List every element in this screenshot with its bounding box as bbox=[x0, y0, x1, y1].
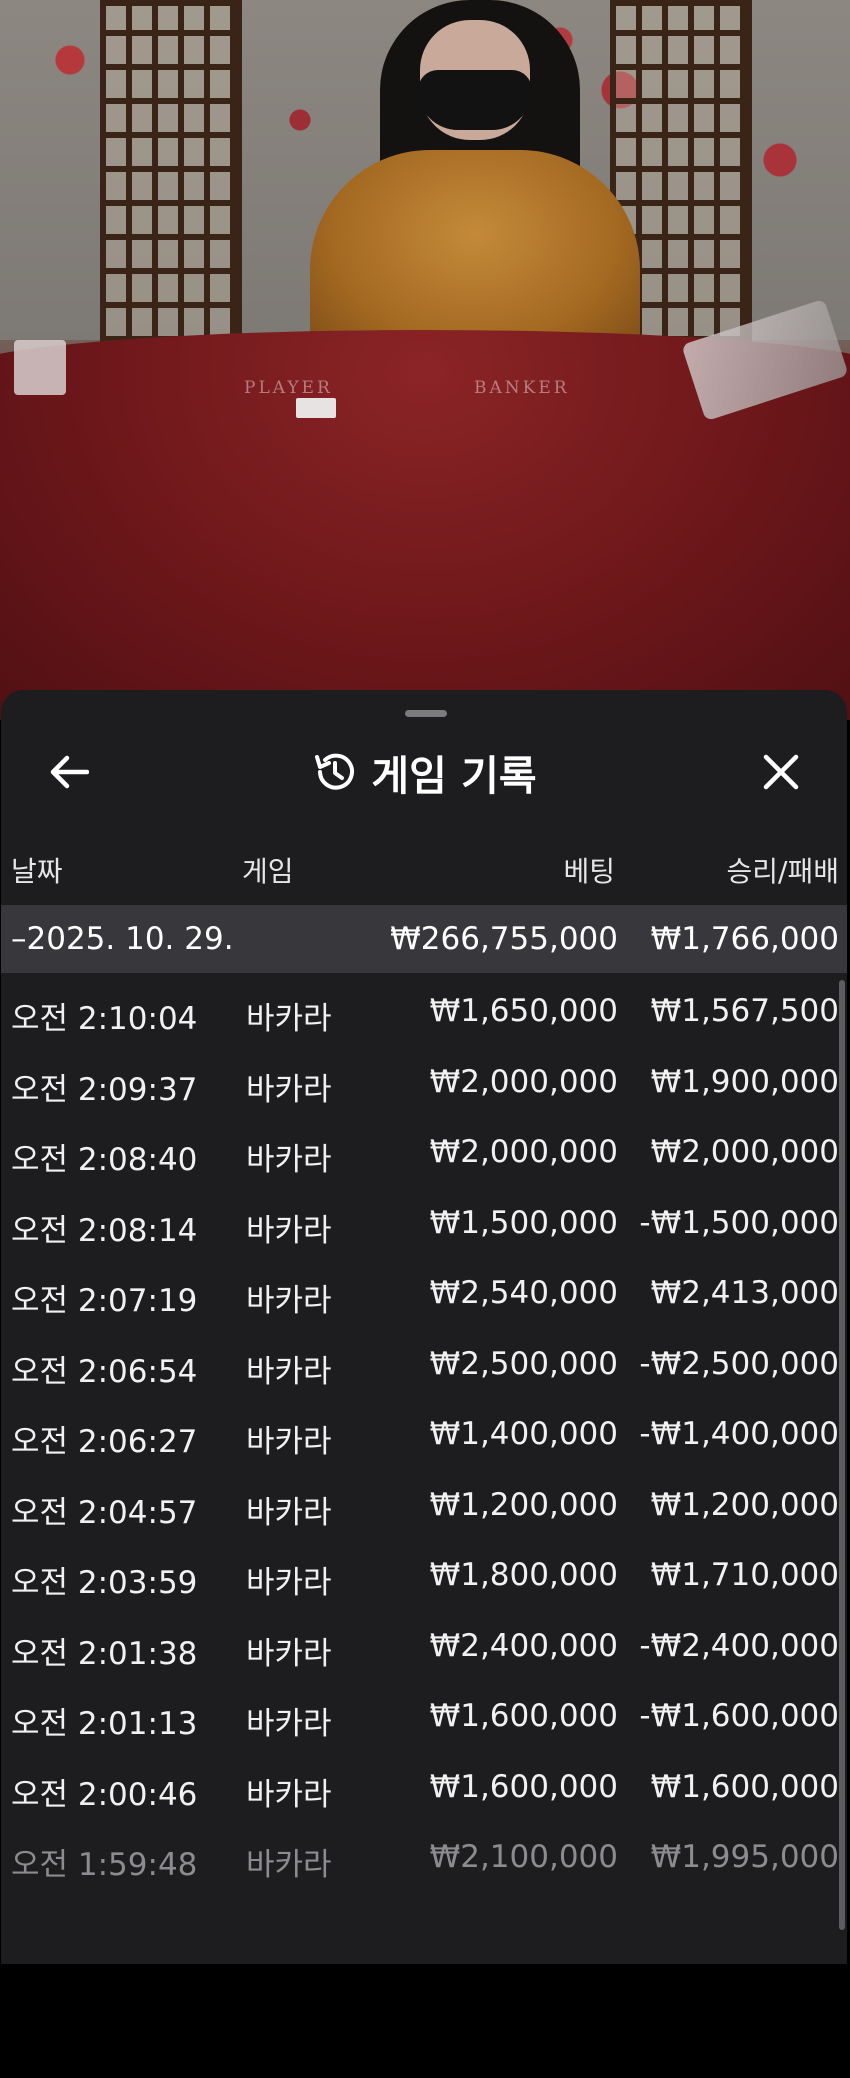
table-row[interactable]: 오전 2:04:57 바카라 ₩1,200,000 ₩1,200,000 bbox=[1, 1469, 847, 1540]
row-time: 오전 2:06:54 bbox=[11, 1353, 198, 1390]
close-icon bbox=[763, 754, 799, 790]
row-time: 오전 2:03:59 bbox=[11, 1565, 198, 1601]
row-bet: ₩2,000,000 bbox=[429, 1063, 618, 1100]
row-time: 오전 2:10:04 bbox=[11, 1001, 198, 1037]
table-row[interactable]: 오전 1:59:48 바카라 ₩2,100,000 ₩1,995,000 bbox=[1, 1821, 847, 1892]
row-time: 오전 2:06:27 bbox=[11, 1424, 198, 1460]
row-time: 오전 2:01:38 bbox=[11, 1635, 198, 1672]
row-bet: ₩1,600,000 bbox=[429, 1768, 618, 1805]
table-row[interactable]: 오전 2:07:19 바카라 ₩2,540,000 ₩2,413,000 bbox=[1, 1257, 847, 1328]
header-date: 날짜 bbox=[11, 855, 63, 888]
row-time: 오전 2:00:46 bbox=[11, 1776, 198, 1813]
bottom-safe-area bbox=[0, 1964, 850, 2078]
lattice-screen-left bbox=[100, 0, 242, 342]
row-time: 오전 2:01:13 bbox=[11, 1706, 198, 1742]
history-list: 오전 2:10:04 바카라 ₩1,650,000 ₩1,567,500 오전 … bbox=[1, 975, 847, 1892]
table-row[interactable]: 오전 2:06:27 바카라 ₩1,400,000 -₩1,400,000 bbox=[1, 1398, 847, 1469]
history-icon bbox=[315, 753, 355, 790]
row-result: ₩1,710,000 bbox=[650, 1557, 839, 1593]
row-bet: ₩2,540,000 bbox=[429, 1275, 618, 1311]
table-row[interactable]: 오전 2:01:13 바카라 ₩1,600,000 -₩1,600,000 bbox=[1, 1680, 847, 1751]
table-label-player: PLAYER bbox=[244, 378, 333, 398]
row-bet: ₩1,400,000 bbox=[429, 1416, 618, 1452]
row-bet: ₩2,100,000 bbox=[429, 1839, 618, 1875]
row-game: 바카라 bbox=[246, 1071, 332, 1108]
dealer-mask bbox=[418, 70, 532, 130]
column-headers: 날짜 게임 베팅 승리/패배 bbox=[1, 850, 847, 890]
sheet-title: 게임 기록 bbox=[371, 752, 537, 800]
row-bet: ₩1,600,000 bbox=[429, 1698, 618, 1734]
row-game: 바카라 bbox=[246, 1142, 332, 1178]
header-bet: 베팅 bbox=[563, 855, 615, 888]
close-button[interactable] bbox=[751, 742, 811, 802]
table-row[interactable]: 오전 2:01:38 바카라 ₩2,400,000 -₩2,400,000 bbox=[1, 1610, 847, 1681]
table-row[interactable]: 오전 2:08:14 바카라 ₩1,500,000 -₩1,500,000 bbox=[1, 1187, 847, 1258]
row-game: 바카라 bbox=[246, 1212, 332, 1249]
table-row[interactable]: 오전 2:10:04 바카라 ₩1,650,000 ₩1,567,500 bbox=[1, 975, 847, 1046]
row-result: ₩1,200,000 bbox=[650, 1486, 839, 1523]
table-label-banker: BANKER bbox=[474, 378, 570, 398]
header-game: 게임 bbox=[242, 855, 294, 888]
row-bet: ₩2,400,000 bbox=[429, 1627, 618, 1664]
sheet-header: 게임 기록 bbox=[1, 742, 847, 802]
row-result: ₩1,600,000 bbox=[650, 1768, 839, 1805]
row-bet: ₩1,500,000 bbox=[429, 1204, 618, 1241]
header-result: 승리/패배 bbox=[726, 855, 839, 888]
row-bet: ₩1,650,000 bbox=[429, 993, 618, 1029]
game-history-sheet: 게임 기록 날짜 게임 베팅 승리/패배 –2025. 10. 29. ₩266… bbox=[1, 690, 847, 1964]
row-game: 바카라 bbox=[246, 1706, 332, 1742]
summary-date: –2025. 10. 29. bbox=[11, 921, 234, 957]
row-game: 바카라 bbox=[246, 1283, 332, 1319]
row-result: -₩1,400,000 bbox=[639, 1416, 839, 1452]
row-bet: ₩2,500,000 bbox=[429, 1345, 618, 1382]
row-game: 바카라 bbox=[246, 1635, 332, 1672]
row-game: 바카라 bbox=[246, 1353, 332, 1390]
summary-bet-total: ₩266,755,000 bbox=[390, 921, 618, 957]
row-result: -₩2,500,000 bbox=[639, 1345, 839, 1382]
row-game: 바카라 bbox=[246, 1494, 332, 1531]
table-row[interactable]: 오전 2:03:59 바카라 ₩1,800,000 ₩1,710,000 bbox=[1, 1539, 847, 1610]
sheet-grabber[interactable] bbox=[405, 710, 447, 717]
discard-tray bbox=[14, 340, 66, 395]
row-game: 바카라 bbox=[246, 1424, 332, 1460]
table-row[interactable]: 오전 2:00:46 바카라 ₩1,600,000 ₩1,600,000 bbox=[1, 1751, 847, 1822]
row-time: 오전 2:04:57 bbox=[11, 1494, 198, 1531]
table-row[interactable]: 오전 2:08:40 바카라 ₩2,000,000 ₩2,000,000 bbox=[1, 1116, 847, 1187]
row-time: 오전 2:08:40 bbox=[11, 1142, 198, 1178]
row-result: ₩1,995,000 bbox=[650, 1839, 839, 1875]
row-bet: ₩2,000,000 bbox=[429, 1134, 618, 1170]
row-result: ₩2,413,000 bbox=[650, 1275, 839, 1311]
row-result: ₩2,000,000 bbox=[650, 1134, 839, 1170]
row-result: ₩1,900,000 bbox=[650, 1063, 839, 1100]
row-result: -₩1,600,000 bbox=[639, 1698, 839, 1734]
row-game: 바카라 bbox=[246, 1847, 332, 1883]
live-dealer-video: PLAYER BANKER bbox=[0, 0, 850, 720]
row-time: 오전 2:07:19 bbox=[11, 1283, 198, 1319]
scrollbar[interactable] bbox=[839, 980, 845, 1930]
row-game: 바카라 bbox=[246, 1565, 332, 1601]
row-time: 오전 1:59:48 bbox=[11, 1847, 198, 1883]
row-result: ₩1,567,500 bbox=[650, 993, 839, 1029]
date-summary-row[interactable]: –2025. 10. 29. ₩266,755,000 ₩1,766,000 bbox=[1, 905, 847, 973]
table-row[interactable]: 오전 2:06:54 바카라 ₩2,500,000 -₩2,500,000 bbox=[1, 1328, 847, 1399]
dealt-card bbox=[296, 398, 336, 418]
row-game: 바카라 bbox=[246, 1001, 332, 1037]
row-result: -₩2,400,000 bbox=[639, 1627, 839, 1664]
table-row[interactable]: 오전 2:09:37 바카라 ₩2,000,000 ₩1,900,000 bbox=[1, 1046, 847, 1117]
row-time: 오전 2:08:14 bbox=[11, 1212, 198, 1249]
row-game: 바카라 bbox=[246, 1776, 332, 1813]
row-time: 오전 2:09:37 bbox=[11, 1071, 198, 1108]
row-bet: ₩1,800,000 bbox=[429, 1557, 618, 1593]
dealer-body bbox=[310, 150, 640, 360]
summary-result-total: ₩1,766,000 bbox=[650, 921, 839, 957]
row-result: -₩1,500,000 bbox=[639, 1204, 839, 1241]
row-bet: ₩1,200,000 bbox=[429, 1486, 618, 1523]
